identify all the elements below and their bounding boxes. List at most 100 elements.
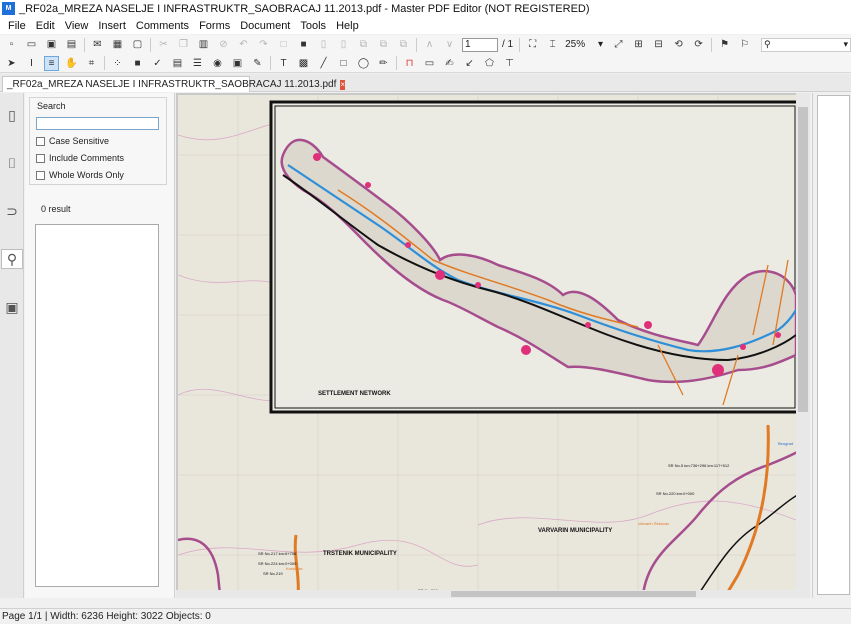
check-icon[interactable]: ✓ <box>150 56 165 71</box>
form-icon[interactable]: ▤ <box>170 56 185 71</box>
menu-view[interactable]: View <box>60 20 94 32</box>
prev-page-icon[interactable]: ∧ <box>422 37 437 52</box>
road-label-sr5: SR No.5 km:736+296 km:117+512 <box>668 463 730 468</box>
page-icon[interactable]: ▯ <box>316 37 331 52</box>
pen-icon[interactable]: ✎ <box>250 56 265 71</box>
right-page-preview <box>817 95 850 595</box>
edit-text-icon[interactable]: ≡ <box>44 55 59 71</box>
horizontal-scrollbar[interactable] <box>176 590 796 598</box>
polygon-icon[interactable]: ⬠ <box>482 56 497 71</box>
radio-icon[interactable]: ◉ <box>210 56 225 71</box>
rotate-icon[interactable]: ⟲ <box>671 37 686 52</box>
rotate-right-icon[interactable]: ⟳ <box>691 37 706 52</box>
fill-icon[interactable]: ■ <box>296 37 311 52</box>
menu-forms[interactable]: Forms <box>194 20 235 32</box>
whole-words-checkbox[interactable] <box>36 170 45 180</box>
open-folder-icon[interactable]: ▭ <box>24 37 39 52</box>
print-icon[interactable]: ▦ <box>110 37 125 52</box>
main-toolbar: ▫ ▭ ▣ ▤ ✉ ▦ ▢ ✂ ❐ ▥ ⊘ ↶ ↷ □ ■ ▯ ▯ ⧉ ⧉ ⧉ … <box>0 35 851 54</box>
document-view[interactable]: SETTLEMENT NETWORK TRSTENIK MUNICIPALITY… <box>176 93 810 598</box>
ellipse-icon[interactable]: ◯ <box>356 56 371 71</box>
vertical-scroll-thumb[interactable] <box>798 107 808 412</box>
vertical-scrollbar[interactable] <box>796 93 810 598</box>
zoom-in-icon[interactable]: ⊞ <box>631 37 646 52</box>
search-icon: ⚲ <box>764 39 771 49</box>
toolbar-search-input[interactable]: ⚲ ▾ <box>761 37 851 52</box>
insert-page-icon[interactable]: ▯ <box>336 37 351 52</box>
whole-words-option[interactable]: Whole Words Only <box>36 170 124 180</box>
bookmarks-icon[interactable]: ⌷ <box>3 153 21 173</box>
text-select-icon[interactable]: Ⅰ <box>24 56 39 71</box>
hand-icon[interactable]: ✋ <box>64 56 79 71</box>
signature-icon[interactable]: ▣ <box>230 56 245 71</box>
toolbar-separator <box>416 37 417 52</box>
fit-width-icon[interactable]: ⌶ <box>545 37 560 52</box>
menu-help[interactable]: Help <box>331 20 364 32</box>
add-object-icon[interactable]: ⁘ <box>110 56 125 71</box>
search-panel-icon[interactable]: ⚲ <box>1 249 23 269</box>
menu-tools[interactable]: Tools <box>295 20 331 32</box>
fit-page-icon[interactable]: ⛶ <box>525 37 540 52</box>
merge-pages-icon[interactable]: ⧉ <box>396 37 411 52</box>
tag-icon[interactable]: ⚐ <box>737 37 752 52</box>
layers-icon[interactable]: ▣ <box>3 297 21 317</box>
line-icon[interactable]: ╱ <box>316 56 331 71</box>
search-input[interactable] <box>36 117 159 130</box>
note-icon[interactable]: ▭ <box>422 56 437 71</box>
snapshot-icon[interactable]: ⌗ <box>84 56 99 71</box>
split-pages-icon[interactable]: ⧉ <box>376 37 391 52</box>
search-group: Search Case Sensitive Include Comments W… <box>29 97 167 185</box>
zoom-out-icon[interactable]: ⊟ <box>651 37 666 52</box>
menu-comments[interactable]: Comments <box>131 20 194 32</box>
include-comments-label: Include Comments <box>49 153 125 163</box>
save-as-icon[interactable]: ▤ <box>64 37 79 52</box>
select-arrow-icon[interactable]: ➤ <box>4 56 19 71</box>
include-comments-checkbox[interactable] <box>36 153 45 163</box>
paste-icon[interactable]: ▥ <box>196 37 211 52</box>
stamp-icon[interactable]: ⊓ <box>402 56 417 71</box>
place-label-varvarin-rekovac: Varvarin Rekovac <box>638 521 669 526</box>
menu-file[interactable]: File <box>3 20 31 32</box>
toolbar-separator <box>104 56 105 70</box>
chevron-down-icon: ▾ <box>843 39 848 49</box>
attachments-icon[interactable]: ⊃ <box>3 201 21 221</box>
cut-icon[interactable]: ✂ <box>156 37 171 52</box>
scan-icon[interactable]: ▢ <box>130 37 145 52</box>
save-icon[interactable]: ▣ <box>44 37 59 52</box>
email-icon[interactable]: ✉ <box>90 37 105 52</box>
video-icon[interactable]: ■ <box>130 56 145 71</box>
app-logo-icon: M <box>2 2 15 15</box>
select-box-icon[interactable]: □ <box>276 37 291 52</box>
arrow-tool-icon[interactable]: ↙ <box>462 56 477 71</box>
close-icon[interactable]: × <box>340 79 346 90</box>
highlight-icon[interactable]: ✍ <box>442 56 457 71</box>
left-sidebar-rail: ▯ ⌷ ⊃ ⚲ ▣ <box>0 93 24 598</box>
undo-icon[interactable]: ↶ <box>236 37 251 52</box>
bookmark-flag-icon[interactable]: ⚑ <box>717 37 732 52</box>
redo-icon[interactable]: ↷ <box>256 37 271 52</box>
measure-icon[interactable]: ⊤ <box>502 56 517 71</box>
next-page-icon[interactable]: ∨ <box>442 37 457 52</box>
pages-icon[interactable]: ⧉ <box>356 37 371 52</box>
pencil-icon[interactable]: ✏ <box>376 56 391 71</box>
text-tool-icon[interactable]: T <box>276 56 291 71</box>
menu-document[interactable]: Document <box>235 20 295 32</box>
case-sensitive-option[interactable]: Case Sensitive <box>36 136 109 146</box>
horizontal-scroll-thumb[interactable] <box>451 591 696 597</box>
page-number-input[interactable]: 1 <box>462 37 498 52</box>
copy-icon[interactable]: ❐ <box>176 37 191 52</box>
delete-icon[interactable]: ⊘ <box>216 37 231 52</box>
list-field-icon[interactable]: ☰ <box>190 56 205 71</box>
image-icon[interactable]: ▩ <box>296 56 311 71</box>
new-document-icon[interactable]: ▫ <box>4 37 19 52</box>
pages-panel-icon[interactable]: ▯ <box>3 105 21 125</box>
rectangle-icon[interactable]: □ <box>336 56 351 71</box>
case-sensitive-checkbox[interactable] <box>36 136 45 146</box>
menu-edit[interactable]: Edit <box>31 20 60 32</box>
document-tab[interactable]: _RF02a_MREZA NASELJE I INFRASTRUKTR_SAOB… <box>2 76 346 92</box>
actual-size-icon[interactable]: ⤢ <box>611 37 626 52</box>
zoom-select[interactable]: 25% ▾ <box>565 38 603 52</box>
search-results-list <box>35 224 159 587</box>
menu-insert[interactable]: Insert <box>93 20 131 32</box>
include-comments-option[interactable]: Include Comments <box>36 153 124 163</box>
